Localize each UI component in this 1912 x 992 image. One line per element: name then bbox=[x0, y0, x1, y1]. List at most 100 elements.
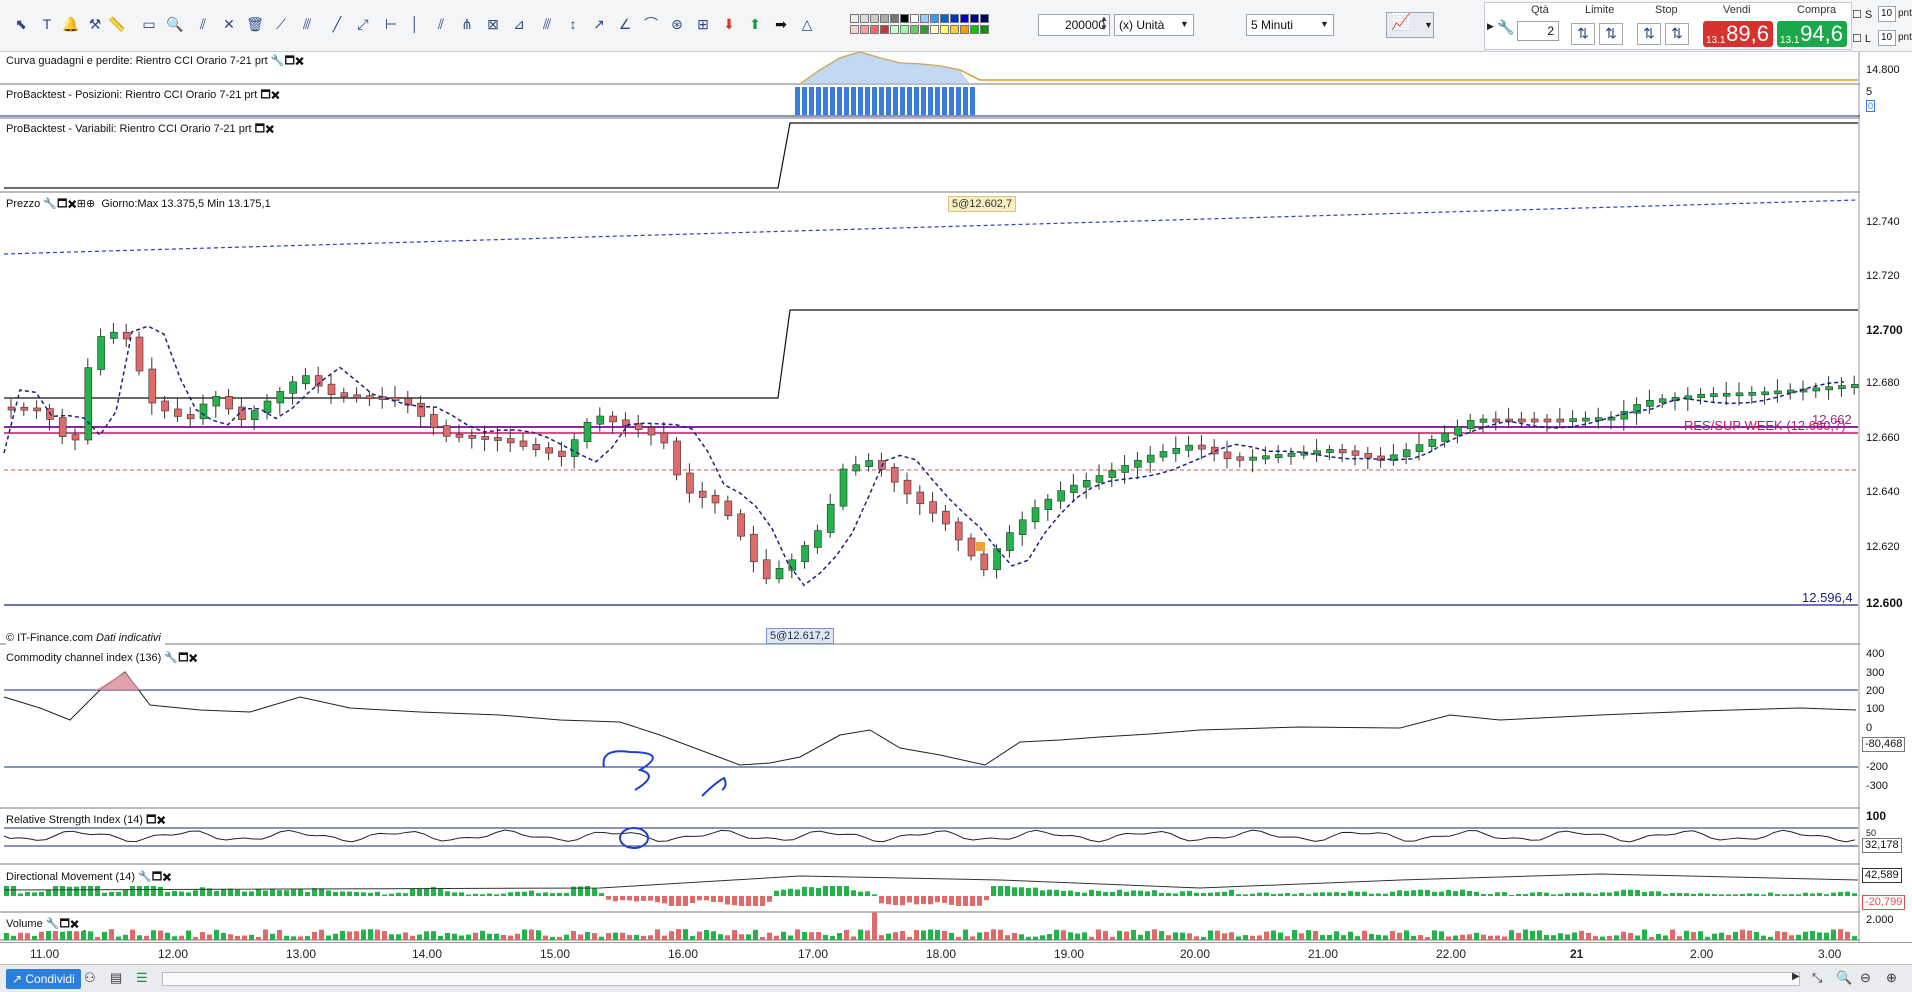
wrench-icon[interactable]: 🔧 bbox=[164, 652, 178, 664]
order-tag-bottom[interactable]: 5@12.617,2 bbox=[766, 628, 835, 644]
position-bar bbox=[886, 87, 891, 115]
dm-positive-bar bbox=[1572, 893, 1577, 896]
volume-title-text: Volume bbox=[6, 918, 43, 930]
time-axis-label: 21 bbox=[1570, 947, 1584, 961]
cci-axis-label: 300 bbox=[1866, 667, 1885, 679]
position-bar bbox=[914, 87, 919, 115]
dm-positive-bar bbox=[403, 893, 408, 896]
volume-bar bbox=[1446, 936, 1451, 940]
share-button[interactable]: ↗ Condividi bbox=[6, 969, 81, 989]
dm-negative-bar bbox=[907, 896, 912, 903]
scroll-right-icon[interactable]: ▶ bbox=[1792, 971, 1800, 982]
close-icon[interactable]: ✖ bbox=[162, 871, 171, 883]
dm-positive-bar bbox=[1502, 892, 1507, 896]
volume-bar bbox=[1768, 936, 1773, 940]
position-bar bbox=[900, 87, 905, 115]
wrench-icon[interactable]: 🔧 bbox=[138, 871, 152, 883]
window-icon[interactable]: 🗖 bbox=[57, 198, 67, 210]
volume-bar bbox=[1061, 930, 1066, 940]
candle-up bbox=[1274, 454, 1283, 459]
volume-bar bbox=[403, 932, 408, 940]
window-icon[interactable]: 🗖 bbox=[146, 814, 156, 826]
dm-positive-bar bbox=[1138, 890, 1143, 896]
volume-bar bbox=[53, 930, 58, 940]
horizontal-scrollbar[interactable] bbox=[162, 972, 1800, 986]
volume-bar bbox=[942, 930, 947, 940]
dm-positive-bar bbox=[305, 892, 310, 896]
candle-down bbox=[1223, 451, 1232, 460]
close-icon[interactable]: ✖ bbox=[70, 918, 79, 930]
window-icon[interactable]: 🗖 bbox=[152, 871, 162, 883]
zoom-area-icon[interactable]: 🔍 bbox=[1836, 970, 1852, 986]
volume-bar bbox=[1033, 936, 1038, 940]
dm-positive-bar bbox=[396, 892, 401, 896]
dm-positive-bar bbox=[1488, 894, 1493, 896]
volume-bar bbox=[655, 929, 660, 940]
dm-positive-bar bbox=[1642, 892, 1647, 896]
volume-bar bbox=[1026, 936, 1031, 940]
volume-bar bbox=[1544, 935, 1549, 940]
volume-bar bbox=[508, 935, 513, 940]
candle-down bbox=[122, 331, 131, 340]
dm-positive-bar bbox=[522, 891, 527, 896]
dm-positive-bar bbox=[1460, 889, 1465, 896]
table-icon[interactable]: ▤ bbox=[110, 970, 122, 986]
window-icon[interactable]: 🗖 bbox=[178, 652, 188, 664]
chart-canvas[interactable] bbox=[0, 0, 1912, 992]
close-icon[interactable]: ✖ bbox=[67, 198, 76, 210]
close-icon[interactable]: ✖ bbox=[271, 89, 280, 101]
dm-positive-bar bbox=[1159, 892, 1164, 896]
dm-positive-bar bbox=[816, 887, 821, 896]
dm-positive-bar bbox=[1229, 889, 1234, 896]
dm-positive-bar bbox=[347, 891, 352, 896]
wrench-icon[interactable]: 🔧 bbox=[43, 198, 57, 210]
volume-bar bbox=[1747, 930, 1752, 940]
time-axis-label: 14.00 bbox=[412, 947, 443, 961]
rsi-title-text: Relative Strength Index (14) bbox=[6, 814, 143, 826]
volume-bar bbox=[1047, 934, 1052, 940]
price-axis-label: 12.680 bbox=[1866, 377, 1900, 389]
volume-bar bbox=[641, 935, 646, 940]
close-icon[interactable]: ✖ bbox=[265, 123, 274, 135]
volume-bar bbox=[1215, 930, 1220, 940]
dm-positive-bar bbox=[1677, 892, 1682, 896]
dm-positive-bar bbox=[1054, 889, 1059, 896]
wrench-icon[interactable]: 🔧 bbox=[46, 918, 60, 930]
position-bar bbox=[949, 87, 954, 115]
close-icon[interactable]: ✖ bbox=[295, 55, 304, 67]
volume-bar bbox=[1852, 936, 1857, 940]
volume-bar bbox=[865, 930, 870, 940]
candle-down bbox=[1518, 418, 1526, 423]
volume-bar bbox=[550, 936, 555, 940]
copyright-note: Dati indicativi bbox=[96, 632, 161, 644]
volume-bar bbox=[634, 934, 639, 940]
dm-negative-bar bbox=[739, 896, 744, 906]
dm-positive-bar bbox=[1040, 890, 1045, 896]
add-indicator-icon[interactable]: ⊕ bbox=[86, 198, 95, 210]
candle-down bbox=[558, 450, 566, 457]
dm-negative-bar bbox=[634, 896, 639, 902]
window-icon[interactable]: 🗖 bbox=[260, 89, 270, 101]
binoculars-icon[interactable]: ⚇ bbox=[84, 970, 96, 986]
zoom-in-icon[interactable]: ⊕ bbox=[1886, 970, 1897, 986]
candle-up bbox=[583, 421, 592, 442]
window-icon[interactable]: 🗖 bbox=[59, 918, 69, 930]
zoom-fit-icon[interactable]: ⤡ bbox=[1812, 970, 1822, 986]
dm-positive-bar bbox=[1005, 886, 1010, 896]
wrench-icon[interactable]: 🔧 bbox=[271, 55, 285, 67]
list-icon[interactable]: ☰ bbox=[136, 970, 148, 986]
candle-down bbox=[737, 513, 745, 537]
volume-bar bbox=[998, 929, 1003, 940]
volume-bar bbox=[1229, 932, 1234, 940]
dm-positive-bar bbox=[1334, 892, 1339, 896]
close-icon[interactable]: ✖ bbox=[156, 814, 165, 826]
window-icon[interactable]: 🗖 bbox=[255, 123, 265, 135]
zoom-out-icon[interactable]: ⊖ bbox=[1860, 970, 1871, 986]
order-tag-top[interactable]: 5@12.602,7 bbox=[948, 196, 1017, 212]
candle-down bbox=[929, 501, 937, 514]
price-info: Giorno:Max 13.375,5 Min 13.175,1 bbox=[101, 198, 271, 210]
candle-up bbox=[1479, 418, 1488, 423]
close-icon[interactable]: ✖ bbox=[189, 652, 198, 664]
window-icon[interactable]: 🗖 bbox=[284, 55, 294, 67]
plus-icon[interactable]: ⊞ bbox=[77, 198, 86, 210]
